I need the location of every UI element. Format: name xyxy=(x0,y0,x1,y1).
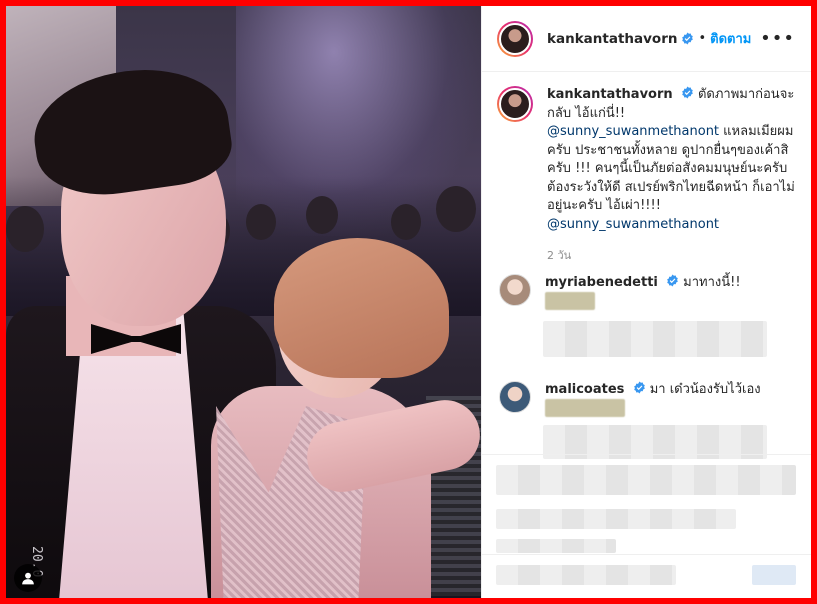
author-avatar[interactable] xyxy=(497,20,533,57)
verified-badge-icon xyxy=(681,86,693,99)
post-side-panel: kankantathavorn • ติดตาม ••• kankantatha… xyxy=(481,6,811,598)
commenter-username[interactable]: myriabenedetti xyxy=(545,275,658,290)
photo-crowd-head xyxy=(391,204,421,240)
blurred-post-button[interactable] xyxy=(752,565,796,585)
user-icon xyxy=(22,572,34,585)
caption-author-avatar[interactable] xyxy=(497,86,533,122)
comment-text: malicoates มา เด๋วน้องรับไว้เอง xyxy=(545,381,775,418)
commenter-avatar[interactable] xyxy=(499,380,531,413)
blurred-likes xyxy=(496,509,736,529)
comment-input-bar xyxy=(482,554,811,598)
photo-crowd-head xyxy=(6,206,44,252)
comment-item: malicoates มา เด๋วน้องรับไว้เอง xyxy=(497,380,796,418)
photo-woman-hair xyxy=(274,238,449,378)
commenter-username[interactable]: malicoates xyxy=(545,382,624,397)
tagged-users-button[interactable] xyxy=(14,564,42,592)
post-header: kankantathavorn • ติดตาม ••• xyxy=(482,6,811,72)
caption-username[interactable]: kankantathavorn xyxy=(547,87,673,102)
blurred-text xyxy=(545,292,595,310)
comments-section[interactable]: kankantathavorn ตัดภาพมาก่อนจะกลับ ไอ้แก… xyxy=(482,72,811,462)
author-username[interactable]: kankantathavorn xyxy=(547,31,677,47)
caption-text: kankantathavorn ตัดภาพมาก่อนจะกลับ ไอ้แก… xyxy=(547,86,796,234)
mention-link[interactable]: @sunny_suwanmethanont xyxy=(547,124,719,139)
comment-body: มา เด๋วน้องรับไว้เอง xyxy=(649,381,761,397)
commenter-avatar[interactable] xyxy=(499,274,531,306)
verified-badge-icon xyxy=(667,274,678,287)
photo-crowd-head xyxy=(306,196,338,234)
verified-badge-icon xyxy=(633,381,645,393)
photo-crowd-head xyxy=(436,186,476,232)
header-separator: • xyxy=(698,31,707,46)
caption-time-ago[interactable]: 2 วัน xyxy=(547,246,796,264)
post-photo[interactable]: 20.0 xyxy=(6,6,481,598)
blurred-action-icons[interactable] xyxy=(496,465,796,495)
comment-item: myriabenedetti มาทางนี้!! xyxy=(497,274,796,311)
comment-body: มาทางนี้!! xyxy=(683,275,741,290)
comment-text: myriabenedetti มาทางนี้!! xyxy=(545,274,775,311)
follow-button[interactable]: ติดตาม xyxy=(710,28,751,49)
blurred-date xyxy=(496,539,616,553)
blurred-comment-input[interactable] xyxy=(496,565,676,585)
screenshot-frame: 20.0 kankantathavorn • ติดตาม ••• kankan… xyxy=(6,6,811,598)
mention-link[interactable]: @sunny_suwanmethanont xyxy=(547,217,719,232)
blurred-text xyxy=(545,398,625,417)
blurred-replies xyxy=(543,320,767,357)
more-options-icon[interactable]: ••• xyxy=(760,28,795,49)
verified-badge-icon xyxy=(682,32,694,45)
photo-crowd-head xyxy=(246,204,276,240)
caption: kankantathavorn ตัดภาพมาก่อนจะกลับ ไอ้แก… xyxy=(497,86,796,234)
